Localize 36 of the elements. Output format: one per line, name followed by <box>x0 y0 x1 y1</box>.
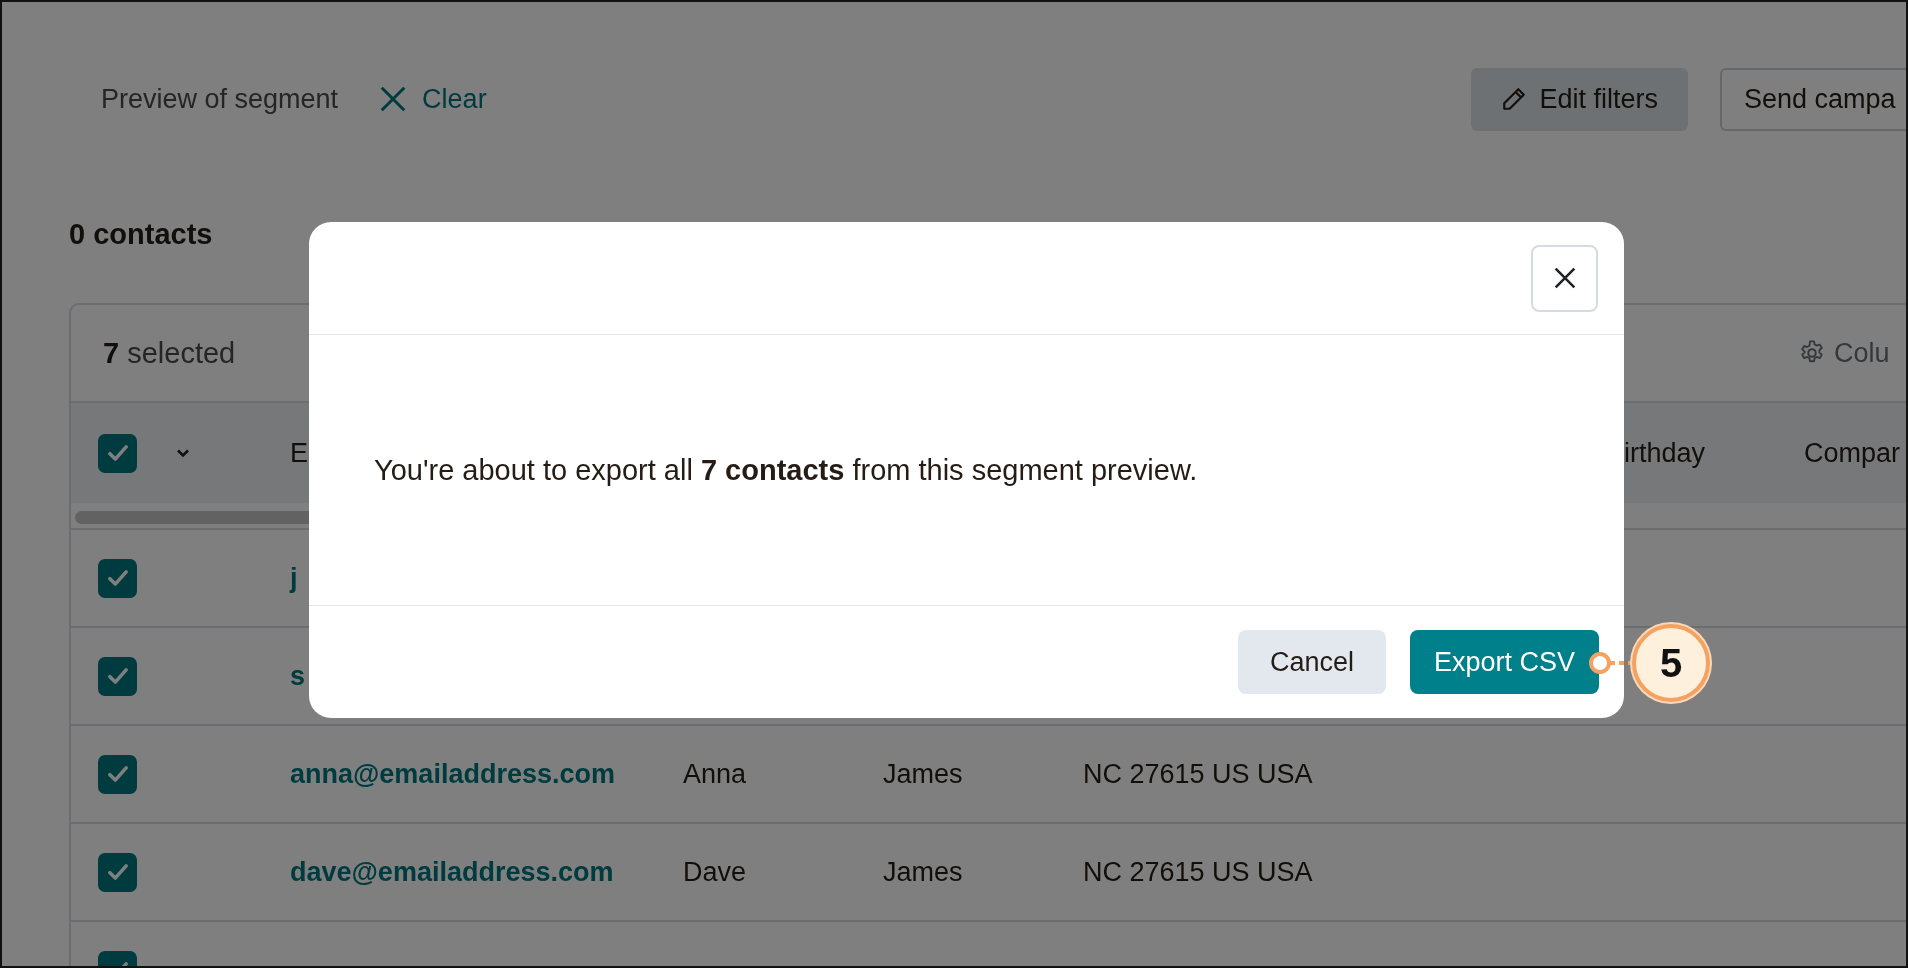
email-link[interactable]: j <box>290 562 298 593</box>
check-icon <box>107 766 128 782</box>
step-badge: 5 <box>1632 624 1710 702</box>
email-link[interactable]: s <box>290 660 306 691</box>
address-cell: NC 27615 US USA <box>1083 856 1313 887</box>
column-header[interactable]: irthday <box>1624 437 1706 468</box>
close-button[interactable] <box>1531 244 1598 312</box>
check-icon <box>107 668 128 684</box>
dialog-message: You're about to export all 7 contacts from this segment preview. <box>374 453 1198 487</box>
check-icon <box>107 445 128 461</box>
row-checkbox[interactable] <box>98 754 137 794</box>
column-header[interactable]: Compar <box>1804 437 1901 468</box>
check-icon <box>107 864 128 880</box>
edit-filters-button[interactable]: Edit filters <box>1471 67 1688 131</box>
columns-button[interactable]: Colu <box>1798 337 1906 369</box>
first-name-cell: Dave <box>683 856 747 887</box>
column-header[interactable]: E <box>290 437 308 468</box>
first-name-cell: Anna <box>683 758 747 789</box>
select-all-checkbox[interactable] <box>98 433 137 473</box>
row-checkbox[interactable] <box>98 852 137 892</box>
clear-button[interactable]: Clear <box>378 83 487 115</box>
cancel-button[interactable]: Cancel <box>1237 630 1386 694</box>
contacts-count: 0 contacts <box>69 217 214 252</box>
export-csv-button[interactable]: Export CSV <box>1409 630 1599 694</box>
last-name-cell: James <box>883 856 963 887</box>
row-checkbox[interactable] <box>98 656 137 696</box>
last-name-cell: James <box>883 758 963 789</box>
row-checkbox[interactable] <box>98 558 137 598</box>
email-link[interactable]: anna@emailaddress.com <box>290 758 615 789</box>
selected-count: 7 selected <box>103 336 236 370</box>
check-icon <box>107 570 128 586</box>
segment-title: Preview of segment <box>101 83 339 115</box>
pencil-icon <box>1501 86 1528 112</box>
send-campaign-button[interactable]: Send campa <box>1720 67 1906 131</box>
address-cell: NC 27615 US USA <box>1083 758 1313 789</box>
email-link[interactable]: dave@emailaddress.com <box>290 856 614 887</box>
